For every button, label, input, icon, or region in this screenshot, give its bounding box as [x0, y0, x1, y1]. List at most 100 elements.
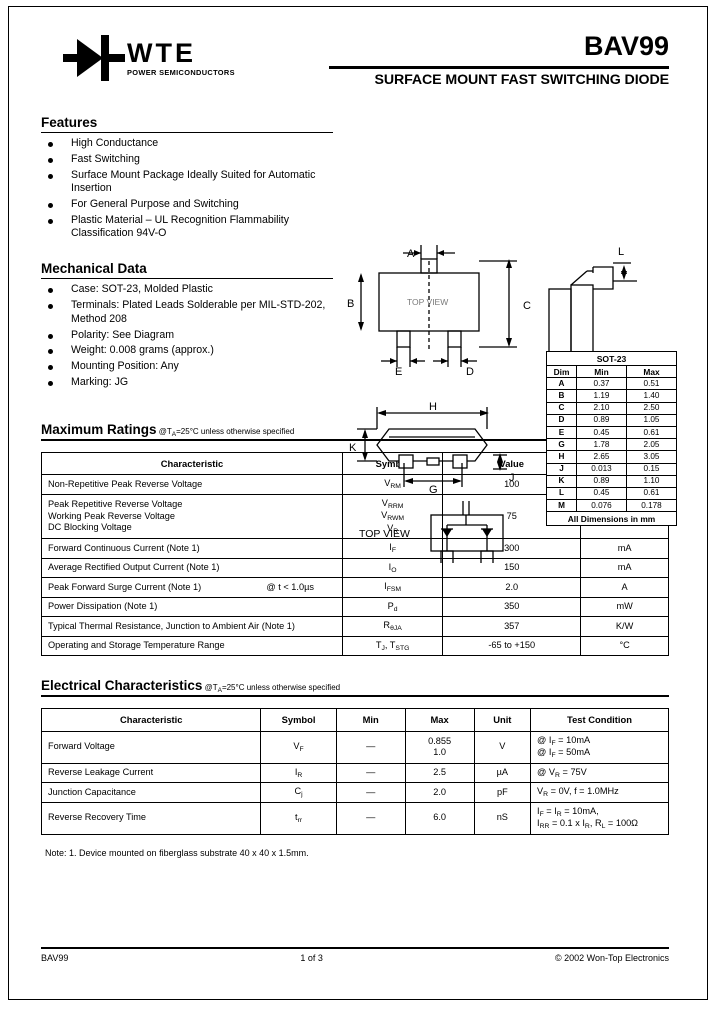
cell-symbol: RθJA [341, 616, 444, 637]
cell-test-condition: @ IF = 10mA @ IF = 50mA [530, 730, 669, 764]
col-header-min: Min [335, 708, 406, 732]
company-logo: WTE POWER SEMICONDUCTORS [63, 35, 243, 81]
electrical-title: Electrical Characteristics [41, 678, 203, 694]
table-row: B 1.19 1.40 [546, 389, 677, 403]
left-column: Features High Conductance Fast Switching… [41, 115, 333, 390]
cell-max: 1.10 [626, 474, 677, 488]
cell-dim: G [546, 438, 577, 452]
table-row: All Dimensions in mm [546, 511, 677, 527]
table-header-row: Characteristic Symbol Min Max Unit Test … [40, 708, 669, 732]
table-row: Forward Voltage VF — 0.855 1.0 V @ IF = … [40, 730, 669, 764]
schematic-top-view-label: TOP VIEW [359, 528, 410, 540]
list-item: Case: SOT-23, Molded Plastic [41, 283, 333, 296]
list-item: Polarity: See Diagram [41, 329, 333, 342]
cell-value: 2.0 [442, 577, 582, 598]
col-header-characteristic: Characteristic [41, 451, 343, 476]
cell-min: — [335, 762, 406, 784]
cell-min: 1.19 [576, 389, 627, 403]
cell-dim: H [546, 450, 577, 464]
table-row: D 0.89 1.05 [546, 413, 677, 427]
part-heading: BAV99 SURFACE MOUNT FAST SWITCHING DIODE [329, 29, 669, 90]
table-row: Junction Capacitance Cj — 2.0 pF VR = 0V… [40, 782, 669, 803]
dim-label-H: H [429, 401, 437, 413]
cell-unit: µA [473, 762, 532, 784]
characteristic-extra-condition: @ t < 1.0µs [266, 581, 314, 592]
cell-min: — [335, 730, 406, 764]
dim-label-B: B [347, 298, 354, 310]
cell-min: — [335, 782, 406, 803]
electrical-table: Characteristic Symbol Min Max Unit Test … [40, 708, 669, 835]
list-item: High Conductance [41, 137, 333, 150]
table-row: Typical Thermal Resistance, Junction to … [41, 616, 669, 637]
table-row: G 1.78 2.05 [546, 438, 677, 452]
cell-test-condition: VR = 0V, f = 1.0MHz [530, 782, 669, 803]
cell-symbol: IR [260, 762, 337, 784]
table-row: H 2.65 3.05 [546, 450, 677, 464]
electrical-rule [41, 695, 669, 698]
mechanical-title: Mechanical Data [41, 261, 147, 277]
list-item: Weight: 0.008 grams (approx.) [41, 344, 333, 357]
cell-characteristic: Junction Capacitance [40, 782, 262, 803]
cell-unit: °C [580, 635, 669, 657]
cell-dim: B [546, 389, 577, 403]
table-row: Reverse Leakage Current IR — 2.5 µA @ VR… [40, 762, 669, 784]
dim-table-footer: All Dimensions in mm [546, 511, 677, 527]
dim-label-K: K [349, 442, 357, 454]
cell-symbol: VF [260, 730, 337, 764]
cell-dim: L [546, 486, 577, 501]
cell-min: 0.89 [576, 413, 627, 427]
col-header-test-condition: Test Condition [530, 708, 669, 732]
package-drawings: A B C D E G H J K L M TOP VIEW [341, 233, 701, 566]
cell-max: 2.05 [626, 438, 677, 452]
footer-rule [41, 947, 669, 949]
cell-characteristic: Operating and Storage Temperature Range [41, 635, 343, 657]
cell-min: 0.076 [576, 499, 627, 513]
cell-min: 0.45 [576, 425, 627, 440]
cell-characteristic: Average Rectified Output Current (Note 1… [41, 557, 343, 579]
cell-unit: pF [473, 782, 532, 803]
cell-symbol: trr [260, 801, 337, 835]
cell-max: 0.855 1.0 [404, 730, 475, 764]
table-row: Peak Forward Surge Current (Note 1) @ t <… [41, 577, 669, 598]
cell-characteristic: Peak Forward Surge Current (Note 1) @ t <… [41, 577, 343, 598]
cell-value: -65 to +150 [442, 635, 582, 657]
cell-dim: C [546, 401, 577, 415]
cell-dim: A [546, 377, 577, 391]
cell-characteristic: Typical Thermal Resistance, Junction to … [41, 616, 343, 637]
electrical-condition: @TA=25°C unless otherwise specified [204, 683, 341, 695]
cell-max: 2.0 [404, 782, 475, 803]
cell-max: 0.178 [626, 499, 677, 513]
col-header-max: Max [626, 364, 677, 379]
cell-unit: mW [580, 596, 669, 618]
footer-page-number: 1 of 3 [300, 953, 323, 963]
cell-test-condition: IF = IR = 10mA, IRR = 0.1 x IR, RL = 100Ω [530, 801, 669, 835]
cell-min: 2.10 [576, 401, 627, 415]
mechanical-section: Mechanical Data Case: SOT-23, Molded Pla… [41, 261, 333, 389]
list-item: Plastic Material – UL Recognition Flamma… [41, 214, 333, 241]
cell-max: 0.51 [626, 377, 677, 391]
cell-max: 6.0 [404, 801, 475, 835]
cell-min: 0.45 [576, 486, 627, 501]
table-header-row: Dim Min Max [546, 364, 677, 379]
cell-characteristic: Reverse Recovery Time [40, 801, 262, 835]
mechanical-list: Case: SOT-23, Molded Plastic Terminals: … [41, 283, 333, 389]
list-item: For General Purpose and Switching [41, 198, 333, 211]
dim-table-title: SOT-23 [546, 351, 677, 366]
table-row: Power Dissipation (Note 1) Pd 350 mW [41, 596, 669, 618]
cell-dim: K [546, 474, 577, 488]
cell-characteristic: Reverse Leakage Current [40, 762, 262, 784]
list-item: Surface Mount Package Ideally Suited for… [41, 169, 333, 196]
cell-unit: A [580, 577, 669, 598]
table-row: E 0.45 0.61 [546, 425, 677, 440]
logo-wordmark: WTE POWER SEMICONDUCTORS [127, 39, 235, 77]
col-header-max: Max [404, 708, 475, 732]
dim-label-E: E [395, 366, 402, 378]
cell-test-condition: @ VR = 75V [530, 762, 669, 784]
page-footer: BAV99 1 of 3 © 2002 Won-Top Electronics [41, 947, 669, 963]
footer-part-number: BAV99 [41, 953, 69, 963]
col-header-dim: Dim [546, 364, 577, 379]
part-number: BAV99 [583, 31, 669, 61]
col-header-characteristic: Characteristic [40, 708, 262, 732]
table-row: L 0.45 0.61 [546, 486, 677, 501]
page-header: WTE POWER SEMICONDUCTORS BAV99 SURFACE M… [41, 29, 669, 115]
